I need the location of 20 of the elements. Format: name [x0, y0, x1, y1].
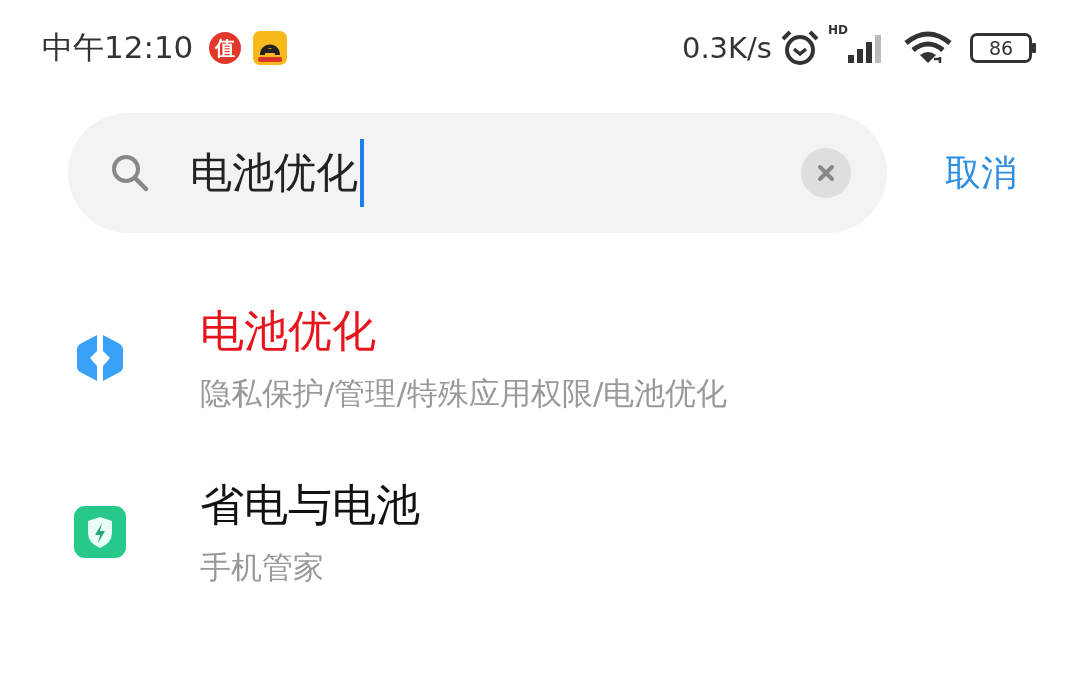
result-path: 手机管家	[200, 547, 325, 587]
result-title: 电池优化	[200, 303, 377, 358]
search-icon	[110, 153, 150, 193]
network-speed: 0.3K/s	[681, 31, 772, 65]
alarm-icon	[780, 29, 820, 67]
shield-icon	[74, 506, 126, 558]
status-time: 中午12:10	[42, 28, 194, 67]
app-notification-icon	[253, 31, 288, 65]
app-notification-icon: 值	[209, 32, 242, 64]
search-field[interactable]: 电池优化	[68, 113, 887, 233]
battery-level: 86	[970, 33, 1032, 63]
clear-icon[interactable]	[801, 148, 851, 198]
search-result[interactable]: 电池优化 隐私保护/管理/特殊应用权限/电池优化	[0, 271, 1080, 445]
result-path: 隐私保护/管理/特殊应用权限/电池优化	[200, 373, 728, 413]
result-title: 省电与电池	[200, 477, 420, 532]
battery-tip-icon	[1032, 43, 1036, 53]
search-result[interactable]: 省电与电池 手机管家	[0, 445, 1080, 619]
wifi-icon	[904, 31, 952, 65]
privacy-icon	[76, 333, 124, 383]
hd-label: HD	[828, 23, 848, 37]
